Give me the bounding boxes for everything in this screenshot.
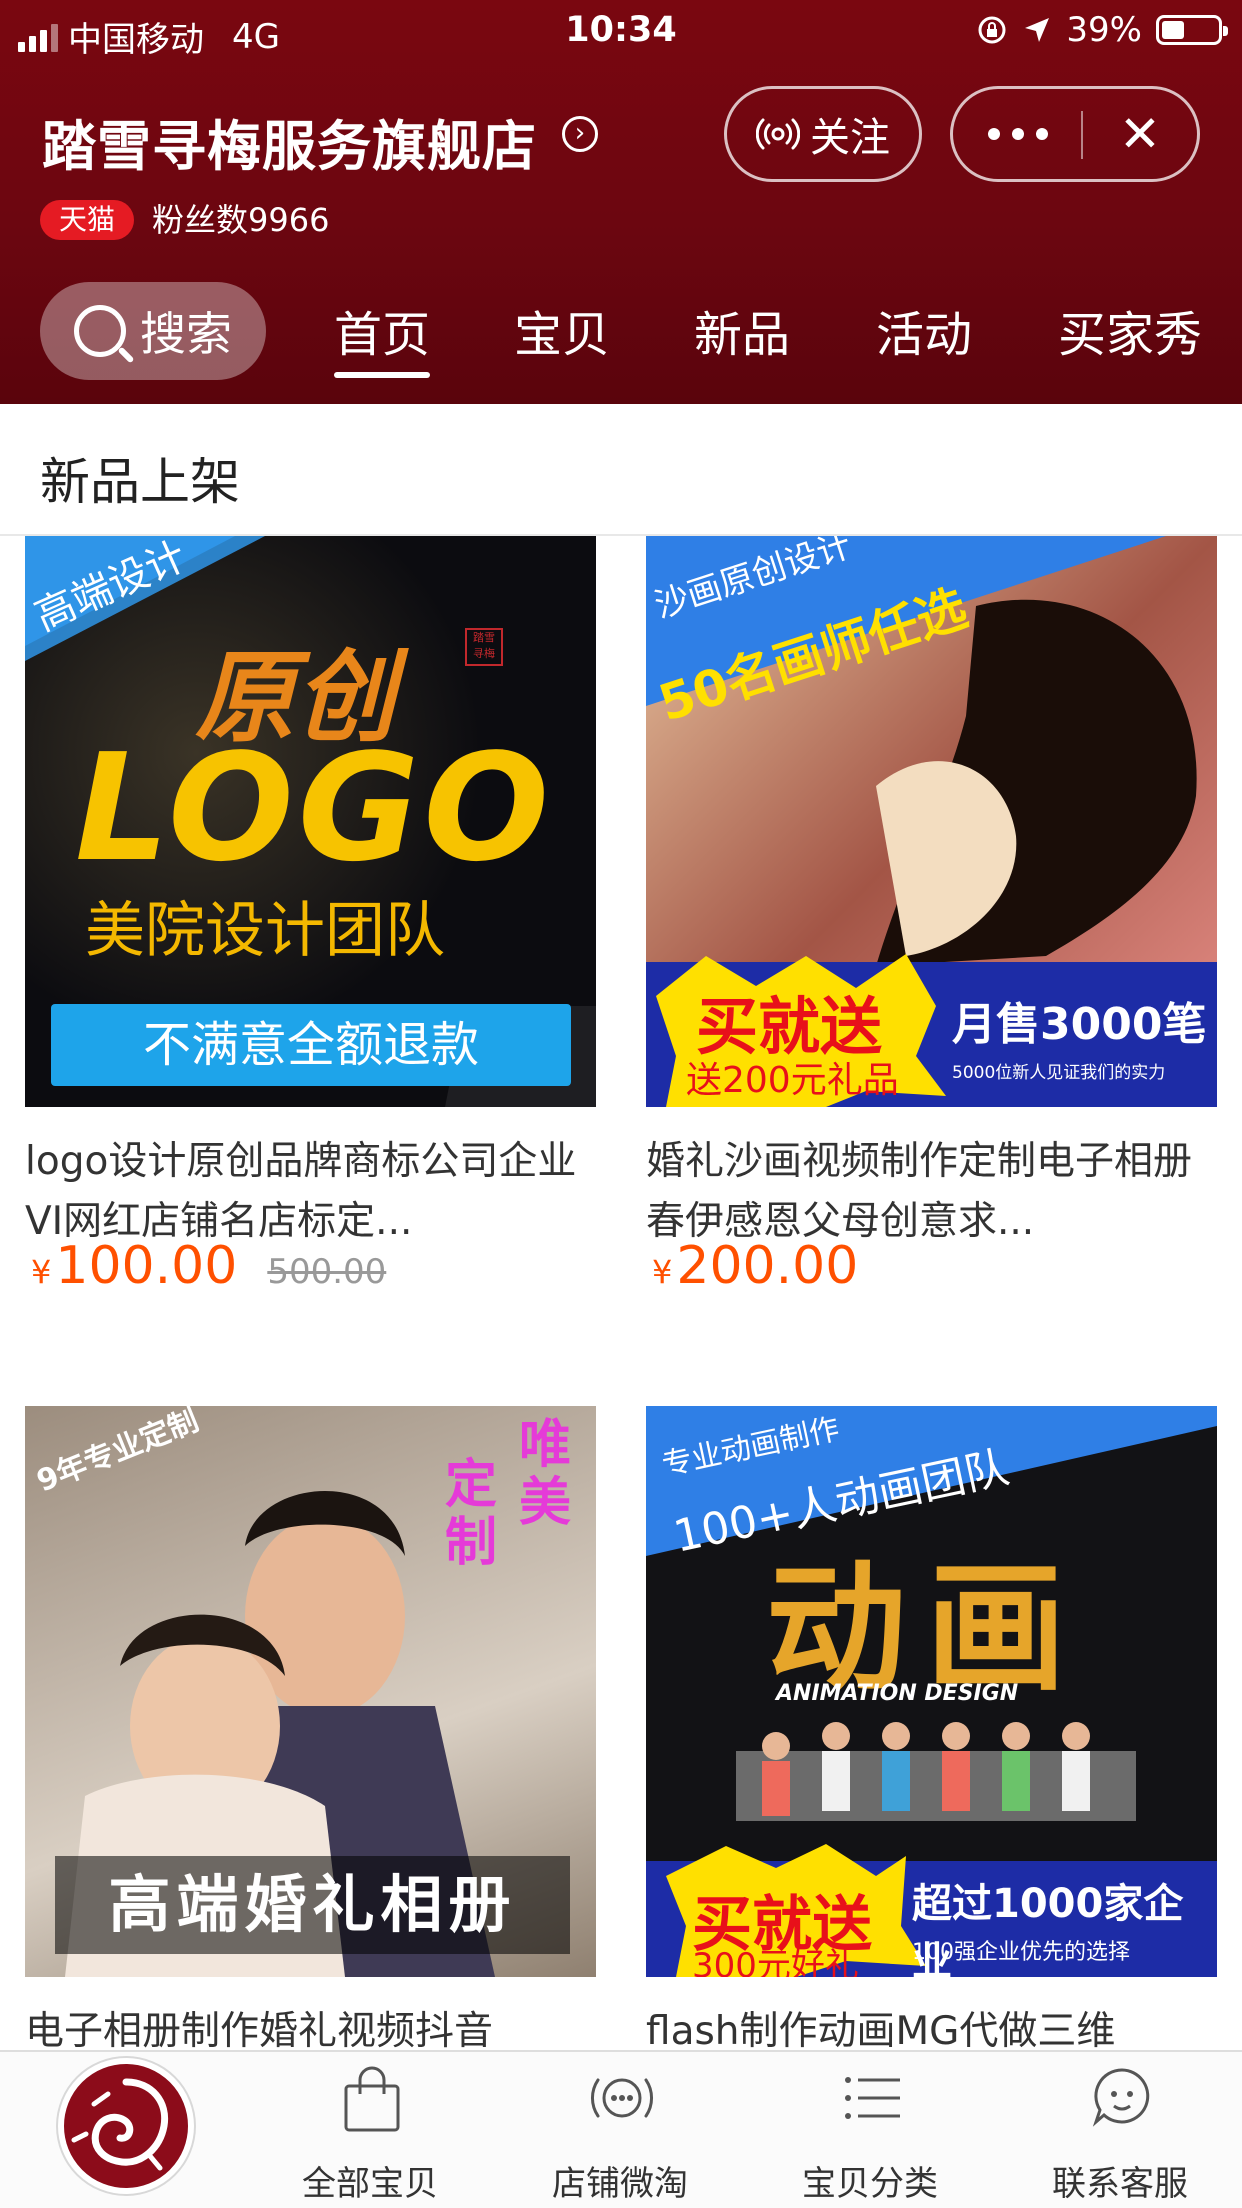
product-image[interactable]: 高端设计 原创 LOGO 美院设计团队 不满意全额退款 踏雪 寻梅 xyxy=(25,536,596,1107)
nav-label: 店铺微淘 xyxy=(552,2164,688,2204)
product-price: ¥ 100.00 500.00 xyxy=(31,1236,386,1296)
shop-name[interactable]: 踏雪寻梅服务旗舰店 xyxy=(42,102,537,181)
shop-header: 中国移动 4G 10:34 39% 踏雪寻梅服务旗舰店 › 天猫 粉丝数9966… xyxy=(0,0,1242,404)
chevron-right-icon[interactable]: › xyxy=(562,116,598,152)
subhead: 美院设计团队 xyxy=(85,896,445,966)
nav-label: 联系客服 xyxy=(1052,2164,1188,2204)
product-image[interactable]: 专业动画制作 100+人动画团队 动画 ANIMATION DESIGN 买就送… xyxy=(646,1406,1217,1977)
product-title[interactable]: logo设计原创品牌商标公司企业VI网红店铺名店标定... xyxy=(25,1132,596,1252)
shop-tabs: 首页 宝贝 新品 活动 买家秀 xyxy=(300,300,1242,380)
follow-button[interactable]: 关注 xyxy=(724,86,922,182)
product-card[interactable]: 高端设计 原创 LOGO 美院设计团队 不满意全额退款 踏雪 寻梅 logo设计原… xyxy=(25,536,596,1296)
tmall-badge: 天猫 xyxy=(40,200,134,240)
logo-text: LOGO xyxy=(75,722,554,894)
seal-icon: 踏雪 寻梅 xyxy=(465,628,503,666)
location-icon xyxy=(1025,18,1050,42)
sales-sub: 100强企业优先的选择 xyxy=(912,1940,1130,1965)
tab-new[interactable]: 新品 xyxy=(694,300,790,370)
shop-page: 中国移动 4G 10:34 39% 踏雪寻梅服务旗舰店 › 天猫 粉丝数9966… xyxy=(0,0,1242,2208)
follow-label: 关注 xyxy=(810,115,890,161)
section-title: 新品上架 xyxy=(40,453,240,511)
tag-label: 唯美 xyxy=(519,1415,572,1533)
product-card[interactable]: 沙画原创设计 50名画师任选 买就送 送200元礼品 月售3000笔 5000位… xyxy=(646,536,1217,1296)
shop-logo[interactable] xyxy=(58,2058,194,2194)
tab-items[interactable]: 宝贝 xyxy=(514,300,610,370)
original-price: 500.00 xyxy=(267,1252,387,1292)
nav-categories[interactable]: 宝贝分类 xyxy=(770,2064,970,2204)
promo-sub: 送200元礼品 xyxy=(686,1060,899,1101)
close-button[interactable]: ✕ xyxy=(1083,89,1197,179)
tab-activities[interactable]: 活动 xyxy=(876,300,972,370)
broadcast-icon xyxy=(591,2078,653,2118)
search-icon xyxy=(74,305,126,357)
currency-symbol: ¥ xyxy=(652,1253,673,1291)
nav-weitao[interactable]: 店铺微淘 xyxy=(520,2064,720,2204)
refund-banner: 不满意全额退款 xyxy=(142,1017,479,1073)
rotation-lock-icon xyxy=(978,16,1006,44)
nav-label: 宝贝分类 xyxy=(802,2164,938,2204)
fans-count: 粉丝数9966 xyxy=(152,201,330,239)
search-button[interactable]: 搜索 xyxy=(40,282,266,380)
promo-sub: 300元好礼 xyxy=(692,1946,859,1977)
section-header: 新品上架 xyxy=(0,404,1242,536)
tag-label: 定制 xyxy=(445,1455,498,1573)
product-image[interactable]: 9年专业定制 唯美 定制 高端婚礼相册 xyxy=(25,1406,596,1977)
product-title[interactable]: 电子相册制作婚礼视频抖音 xyxy=(25,2002,596,2050)
more-button[interactable] xyxy=(953,89,1083,179)
product-image[interactable]: 沙画原创设计 50名画师任选 买就送 送200元礼品 月售3000笔 5000位… xyxy=(646,536,1217,1107)
price-value: 100.00 xyxy=(55,1236,238,1296)
search-label: 搜索 xyxy=(140,307,232,361)
broadcast-icon xyxy=(756,118,800,150)
image-banner: 高端婚礼相册 xyxy=(108,1868,517,1941)
subhead: ANIMATION DESIGN xyxy=(776,1681,1019,1706)
tab-buyer-show[interactable]: 买家秀 xyxy=(1058,300,1202,370)
sales-sub: 5000位新人见证我们的实力 xyxy=(952,1063,1166,1083)
currency-symbol: ¥ xyxy=(31,1253,52,1291)
battery-icon xyxy=(1156,15,1228,45)
price-value: 200.00 xyxy=(676,1236,859,1296)
miniapp-capsule: ✕ xyxy=(950,86,1200,182)
tab-home[interactable]: 首页 xyxy=(334,300,431,378)
status-bar: 中国移动 4G 10:34 39% xyxy=(0,0,1242,62)
product-price: ¥ 200.00 xyxy=(652,1236,858,1296)
list-icon xyxy=(845,2077,900,2119)
battery-percent: 39% xyxy=(1066,10,1142,50)
product-title[interactable]: 婚礼沙画视频制作定制电子相册春伊感恩父母创意求... xyxy=(646,1132,1217,1252)
product-card[interactable]: 9年专业定制 唯美 定制 高端婚礼相册 电子相册制作婚礼视频抖音 xyxy=(25,1406,596,2050)
chat-icon xyxy=(1092,2068,1150,2127)
product-title[interactable]: flash制作动画MG代做三维 xyxy=(646,2002,1217,2050)
nav-customer-service[interactable]: 联系客服 xyxy=(1020,2064,1220,2204)
bag-icon xyxy=(344,2066,400,2132)
product-card[interactable]: 专业动画制作 100+人动画团队 动画 ANIMATION DESIGN 买就送… xyxy=(646,1406,1217,2050)
nav-all-items[interactable]: 全部宝贝 xyxy=(270,2064,470,2204)
nav-label: 全部宝贝 xyxy=(302,2164,438,2204)
sales-label: 月售3000笔 xyxy=(952,999,1207,1050)
